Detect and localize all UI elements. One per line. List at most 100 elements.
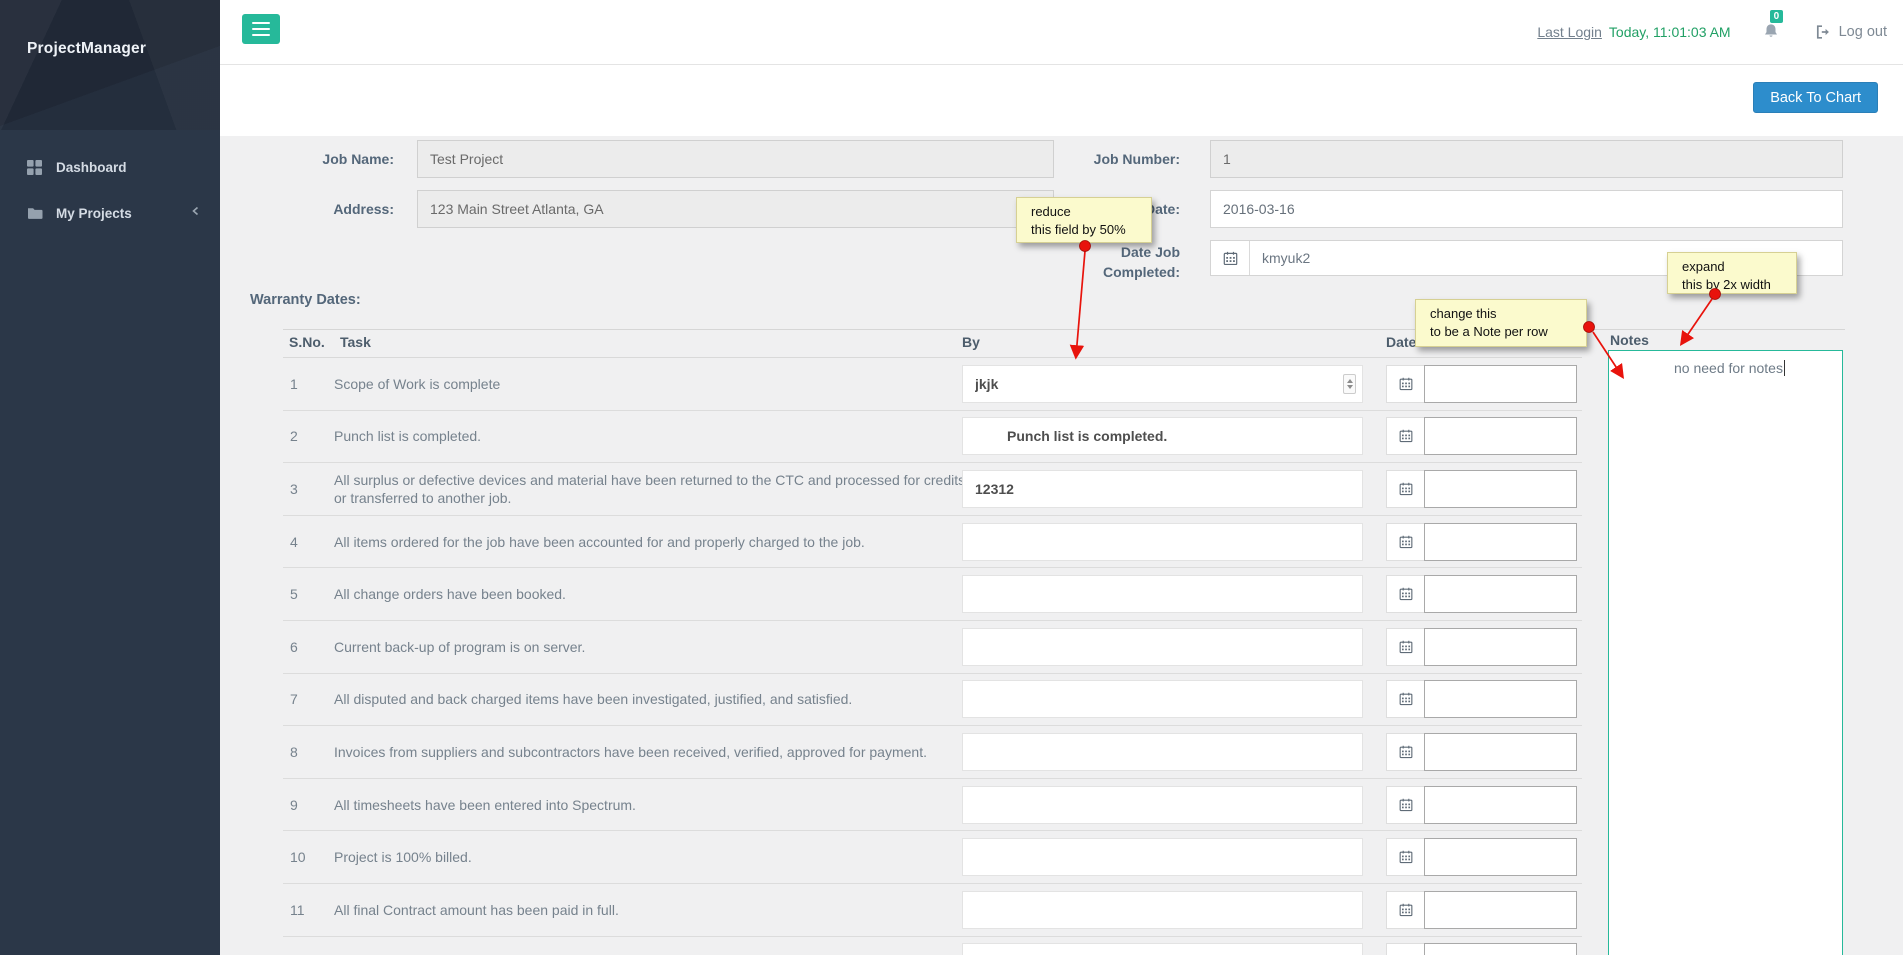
by-input[interactable] <box>962 364 1363 403</box>
task-label: All disputed and back charged items have… <box>334 691 853 708</box>
page: ProjectManager Dashboard My Projects Las… <box>0 0 1903 955</box>
last-login-link[interactable]: Last Login <box>1537 24 1602 40</box>
task-label: Project is 100% billed. <box>334 849 472 866</box>
table-row: 12 Warranty letter sent to customer. <box>283 937 1582 955</box>
last-login-time: Today, 11:01:03 AM <box>1608 24 1731 40</box>
annotation-note-reduce-field: reduce this field by 50% <box>1016 197 1152 243</box>
row-date-input[interactable] <box>1424 785 1577 824</box>
job-name-label: Job Name: <box>322 151 394 167</box>
task-label: All surplus or defective devices and mat… <box>334 471 966 506</box>
task-label: All timesheets have been entered into Sp… <box>334 796 636 813</box>
row-date-input[interactable] <box>1424 890 1577 929</box>
date-field <box>1386 522 1577 561</box>
date-field <box>1386 943 1577 955</box>
by-input[interactable] <box>962 469 1363 508</box>
address-input <box>417 190 1054 228</box>
row-date-input[interactable] <box>1424 417 1577 456</box>
calendar-icon[interactable] <box>1386 732 1424 771</box>
table-row: 3 All surplus or defective devices and m… <box>283 463 1582 516</box>
warranty-rows: 1 Scope of Work is complete 2 Punch list… <box>283 358 1582 955</box>
sidebar-item-my-projects[interactable]: My Projects <box>0 190 220 236</box>
calendar-icon[interactable] <box>1386 522 1424 561</box>
calendar-icon[interactable] <box>1386 417 1424 456</box>
date-field <box>1386 627 1577 666</box>
row-date-input[interactable] <box>1424 522 1577 561</box>
sub-header: Back To Chart <box>220 65 1903 136</box>
date-field <box>1386 732 1577 771</box>
sidebar-item-dashboard[interactable]: Dashboard <box>0 144 220 190</box>
calendar-icon[interactable] <box>1386 838 1424 877</box>
calendar-icon[interactable] <box>1386 785 1424 824</box>
row-date-input[interactable] <box>1424 943 1577 955</box>
date-field <box>1386 364 1577 403</box>
task-label: Invoices from suppliers and subcontracto… <box>334 743 927 760</box>
row-date-input[interactable] <box>1424 838 1577 877</box>
task-label: Current back-up of program is on server. <box>334 638 586 655</box>
by-field <box>962 364 1363 403</box>
calendar-icon[interactable] <box>1386 943 1424 955</box>
sidebar-item-label: My Projects <box>56 205 132 221</box>
by-field <box>962 680 1363 719</box>
calendar-icon[interactable] <box>1386 890 1424 929</box>
notifications-bell[interactable]: 0 <box>1761 10 1784 45</box>
table-row: 6 Current back-up of program is on serve… <box>283 621 1582 674</box>
address-label: Address: <box>333 201 394 217</box>
annotation-note-change-to-note-per-row: change this to be a Note per row <box>1415 299 1587 347</box>
by-input[interactable] <box>962 417 1363 456</box>
column-header-date: Date <box>1386 334 1417 350</box>
by-input[interactable] <box>962 943 1363 955</box>
date-field <box>1386 469 1577 508</box>
table-row: 8 Invoices from suppliers and subcontrac… <box>283 726 1582 779</box>
content-panel: Job Name: Job Number: Address: Date: Dat… <box>220 136 1903 955</box>
calendar-icon[interactable] <box>1386 680 1424 719</box>
calendar-icon[interactable] <box>1386 469 1424 508</box>
calendar-icon[interactable] <box>1211 241 1250 275</box>
table-row: 4 All items ordered for the job have bee… <box>283 516 1582 569</box>
date-input[interactable] <box>1210 190 1843 228</box>
row-date-input[interactable] <box>1424 469 1577 508</box>
date-field <box>1386 785 1577 824</box>
row-number: 2 <box>290 428 298 445</box>
column-header-by: By <box>962 334 980 350</box>
table-row: 1 Scope of Work is complete <box>283 358 1582 411</box>
back-to-chart-button[interactable]: Back To Chart <box>1753 82 1878 113</box>
by-input[interactable] <box>962 890 1363 929</box>
row-number: 9 <box>290 796 298 813</box>
calendar-icon[interactable] <box>1386 627 1424 666</box>
logout-button[interactable]: Log out <box>1815 24 1887 40</box>
table-row: 2 Punch list is completed. <box>283 411 1582 464</box>
logout-icon <box>1816 25 1829 39</box>
logout-label: Log out <box>1838 24 1887 40</box>
chevron-left-icon[interactable] <box>190 205 202 217</box>
number-spinner-icon[interactable] <box>1343 373 1356 394</box>
row-date-input[interactable] <box>1424 627 1577 666</box>
by-field <box>962 469 1363 508</box>
table-top-divider <box>283 329 1845 330</box>
row-date-input[interactable] <box>1424 680 1577 719</box>
task-label: Scope of Work is complete <box>334 375 501 392</box>
by-field <box>962 627 1363 666</box>
job-number-label: Job Number: <box>1093 151 1180 167</box>
sidebar-toggle-button[interactable] <box>242 14 280 44</box>
notes-textarea[interactable] <box>1608 350 1843 955</box>
calendar-icon[interactable] <box>1386 575 1424 614</box>
job-name-input <box>417 140 1054 178</box>
by-input[interactable] <box>962 522 1363 561</box>
by-field <box>962 575 1363 614</box>
table-row: 7 All disputed and back charged items ha… <box>283 674 1582 727</box>
by-input[interactable] <box>962 627 1363 666</box>
by-input[interactable] <box>962 680 1363 719</box>
row-date-input[interactable] <box>1424 364 1577 403</box>
date-field <box>1386 838 1577 877</box>
by-input[interactable] <box>962 838 1363 877</box>
folder-icon <box>27 205 43 221</box>
by-input[interactable] <box>962 732 1363 771</box>
by-input[interactable] <box>962 575 1363 614</box>
topbar-right-cluster: Last Login Today, 11:01:03 AM 0 Log out <box>1537 0 1887 64</box>
column-header-notes: Notes <box>1610 332 1649 348</box>
calendar-icon[interactable] <box>1386 364 1424 403</box>
row-date-input[interactable] <box>1424 732 1577 771</box>
date-field <box>1386 890 1577 929</box>
row-date-input[interactable] <box>1424 575 1577 614</box>
by-input[interactable] <box>962 785 1363 824</box>
